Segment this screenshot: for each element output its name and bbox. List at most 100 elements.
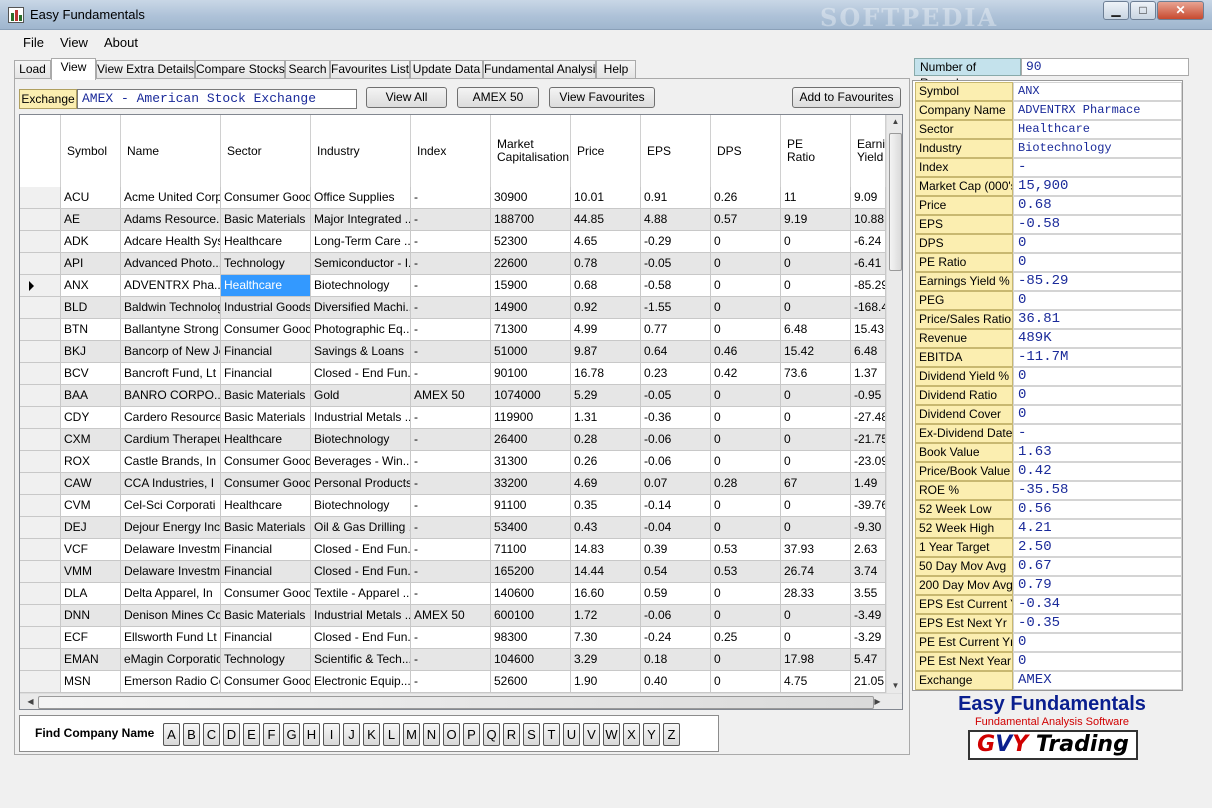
cell-sector[interactable]: Healthcare	[221, 231, 311, 253]
cell-sector[interactable]: Consumer Goods	[221, 473, 311, 495]
cell-mcap[interactable]: 91100	[491, 495, 571, 517]
cell-name[interactable]: Advanced Photo...	[121, 253, 221, 275]
cell-mcap[interactable]: 52600	[491, 671, 571, 693]
cell-index[interactable]: -	[411, 649, 491, 671]
column-header-eps[interactable]: EPS	[641, 115, 711, 187]
cell-eps[interactable]: -0.06	[641, 451, 711, 473]
tab-view-extra-details[interactable]: View Extra Details	[96, 60, 195, 79]
cell-mcap[interactable]: 165200	[491, 561, 571, 583]
cell-dps[interactable]: 0.26	[711, 187, 781, 209]
cell-ey[interactable]: 15.43	[851, 319, 886, 341]
cell-mcap[interactable]: 119900	[491, 407, 571, 429]
cell-index[interactable]: -	[411, 495, 491, 517]
table-row[interactable]: ACU Acme United Corpo Consumer Goods Office…	[20, 187, 886, 209]
tab-view[interactable]: View	[51, 58, 96, 80]
cell-ey[interactable]: 3.55	[851, 583, 886, 605]
cell-dps[interactable]: 0	[711, 583, 781, 605]
scroll-right-arrow-icon[interactable]: ▶	[869, 697, 886, 706]
view-favourites-button[interactable]: View Favourites	[549, 87, 655, 108]
row-header[interactable]	[20, 407, 61, 429]
cell-mcap[interactable]: 71300	[491, 319, 571, 341]
cell-name[interactable]: Adams Resource...	[121, 209, 221, 231]
row-header[interactable]	[20, 583, 61, 605]
cell-price[interactable]: 1.90	[571, 671, 641, 693]
cell-mcap[interactable]: 1074000	[491, 385, 571, 407]
cell-mcap[interactable]: 30900	[491, 187, 571, 209]
cell-pe[interactable]: 15.42	[781, 341, 851, 363]
letter-q-button[interactable]: Q	[483, 723, 500, 746]
column-header-sector[interactable]: Sector	[221, 115, 311, 187]
cell-index[interactable]: -	[411, 275, 491, 297]
cell-industry[interactable]: Long-Term Care ...	[311, 231, 411, 253]
table-row[interactable]: VMM Delaware Investme Financial Closed - En…	[20, 561, 886, 583]
cell-sector[interactable]: Basic Materials	[221, 605, 311, 627]
cell-index[interactable]: -	[411, 539, 491, 561]
cell-pe[interactable]: 6.48	[781, 319, 851, 341]
cell-pe[interactable]: 26.74	[781, 561, 851, 583]
cell-dps[interactable]: 0	[711, 671, 781, 693]
column-header-name[interactable]: Name	[121, 115, 221, 187]
cell-sector[interactable]: Technology	[221, 253, 311, 275]
cell-price[interactable]: 7.30	[571, 627, 641, 649]
cell-sector[interactable]: Healthcare	[221, 495, 311, 517]
cell-name[interactable]: Dejour Energy Inc	[121, 517, 221, 539]
table-row[interactable]: BLD Baldwin Technolog Industrial Goods Dive…	[20, 297, 886, 319]
menu-view[interactable]: View	[60, 35, 88, 50]
column-header-pe[interactable]: PE Ratio	[781, 115, 851, 187]
cell-symbol[interactable]: API	[61, 253, 121, 275]
cell-mcap[interactable]: 26400	[491, 429, 571, 451]
table-row[interactable]: BKJ Bancorp of New Je Financial Savings & L…	[20, 341, 886, 363]
cell-index[interactable]: -	[411, 363, 491, 385]
cell-sector[interactable]: Consumer Goods	[221, 319, 311, 341]
cell-industry[interactable]: Savings & Loans	[311, 341, 411, 363]
letter-y-button[interactable]: Y	[643, 723, 660, 746]
cell-price[interactable]: 1.72	[571, 605, 641, 627]
cell-sector[interactable]: Financial	[221, 341, 311, 363]
cell-dps[interactable]: 0.42	[711, 363, 781, 385]
cell-index[interactable]: -	[411, 187, 491, 209]
cell-ey[interactable]: -27.48	[851, 407, 886, 429]
cell-eps[interactable]: -0.29	[641, 231, 711, 253]
column-header-dps[interactable]: DPS	[711, 115, 781, 187]
cell-industry[interactable]: Semiconductor - I...	[311, 253, 411, 275]
row-header[interactable]	[20, 231, 61, 253]
cell-industry[interactable]: Oil & Gas Drilling ...	[311, 517, 411, 539]
cell-pe[interactable]: 0	[781, 605, 851, 627]
cell-symbol[interactable]: ANX	[61, 275, 121, 297]
cell-eps[interactable]: 0.59	[641, 583, 711, 605]
stock-data-grid[interactable]: ▲ ▼ ◀ ▶ Symbol Name Sector Industry Index Mar…	[19, 114, 903, 710]
cell-mcap[interactable]: 15900	[491, 275, 571, 297]
tab-search[interactable]: Search	[285, 60, 330, 79]
cell-dps[interactable]: 0	[711, 605, 781, 627]
column-header-industry[interactable]: Industry	[311, 115, 411, 187]
cell-name[interactable]: Emerson Radio Cor	[121, 671, 221, 693]
cell-price[interactable]: 3.29	[571, 649, 641, 671]
cell-index[interactable]: -	[411, 627, 491, 649]
cell-pe[interactable]: 0	[781, 495, 851, 517]
cell-sector[interactable]: Consumer Goods	[221, 187, 311, 209]
cell-industry[interactable]: Closed - End Fun...	[311, 561, 411, 583]
cell-eps[interactable]: 0.18	[641, 649, 711, 671]
cell-price[interactable]: 0.43	[571, 517, 641, 539]
letter-v-button[interactable]: V	[583, 723, 600, 746]
cell-eps[interactable]: -1.55	[641, 297, 711, 319]
letter-c-button[interactable]: C	[203, 723, 220, 746]
cell-industry[interactable]: Scientific & Tech...	[311, 649, 411, 671]
cell-industry[interactable]: Biotechnology	[311, 495, 411, 517]
cell-ey[interactable]: -6.24	[851, 231, 886, 253]
cell-industry[interactable]: Electronic Equip...	[311, 671, 411, 693]
cell-symbol[interactable]: DEJ	[61, 517, 121, 539]
cell-symbol[interactable]: BCV	[61, 363, 121, 385]
row-header[interactable]	[20, 671, 61, 693]
cell-pe[interactable]: 0	[781, 297, 851, 319]
add-to-favourites-button[interactable]: Add to Favourites	[792, 87, 901, 108]
cell-symbol[interactable]: DNN	[61, 605, 121, 627]
letter-d-button[interactable]: D	[223, 723, 240, 746]
cell-price[interactable]: 4.69	[571, 473, 641, 495]
letter-m-button[interactable]: M	[403, 723, 420, 746]
table-row[interactable]: CVM Cel-Sci Corporati Healthcare Biotechnol…	[20, 495, 886, 517]
cell-name[interactable]: Delta Apparel, In	[121, 583, 221, 605]
table-row[interactable]: API Advanced Photo... Technology Semiconduc…	[20, 253, 886, 275]
cell-mcap[interactable]: 140600	[491, 583, 571, 605]
cell-dps[interactable]: 0	[711, 451, 781, 473]
